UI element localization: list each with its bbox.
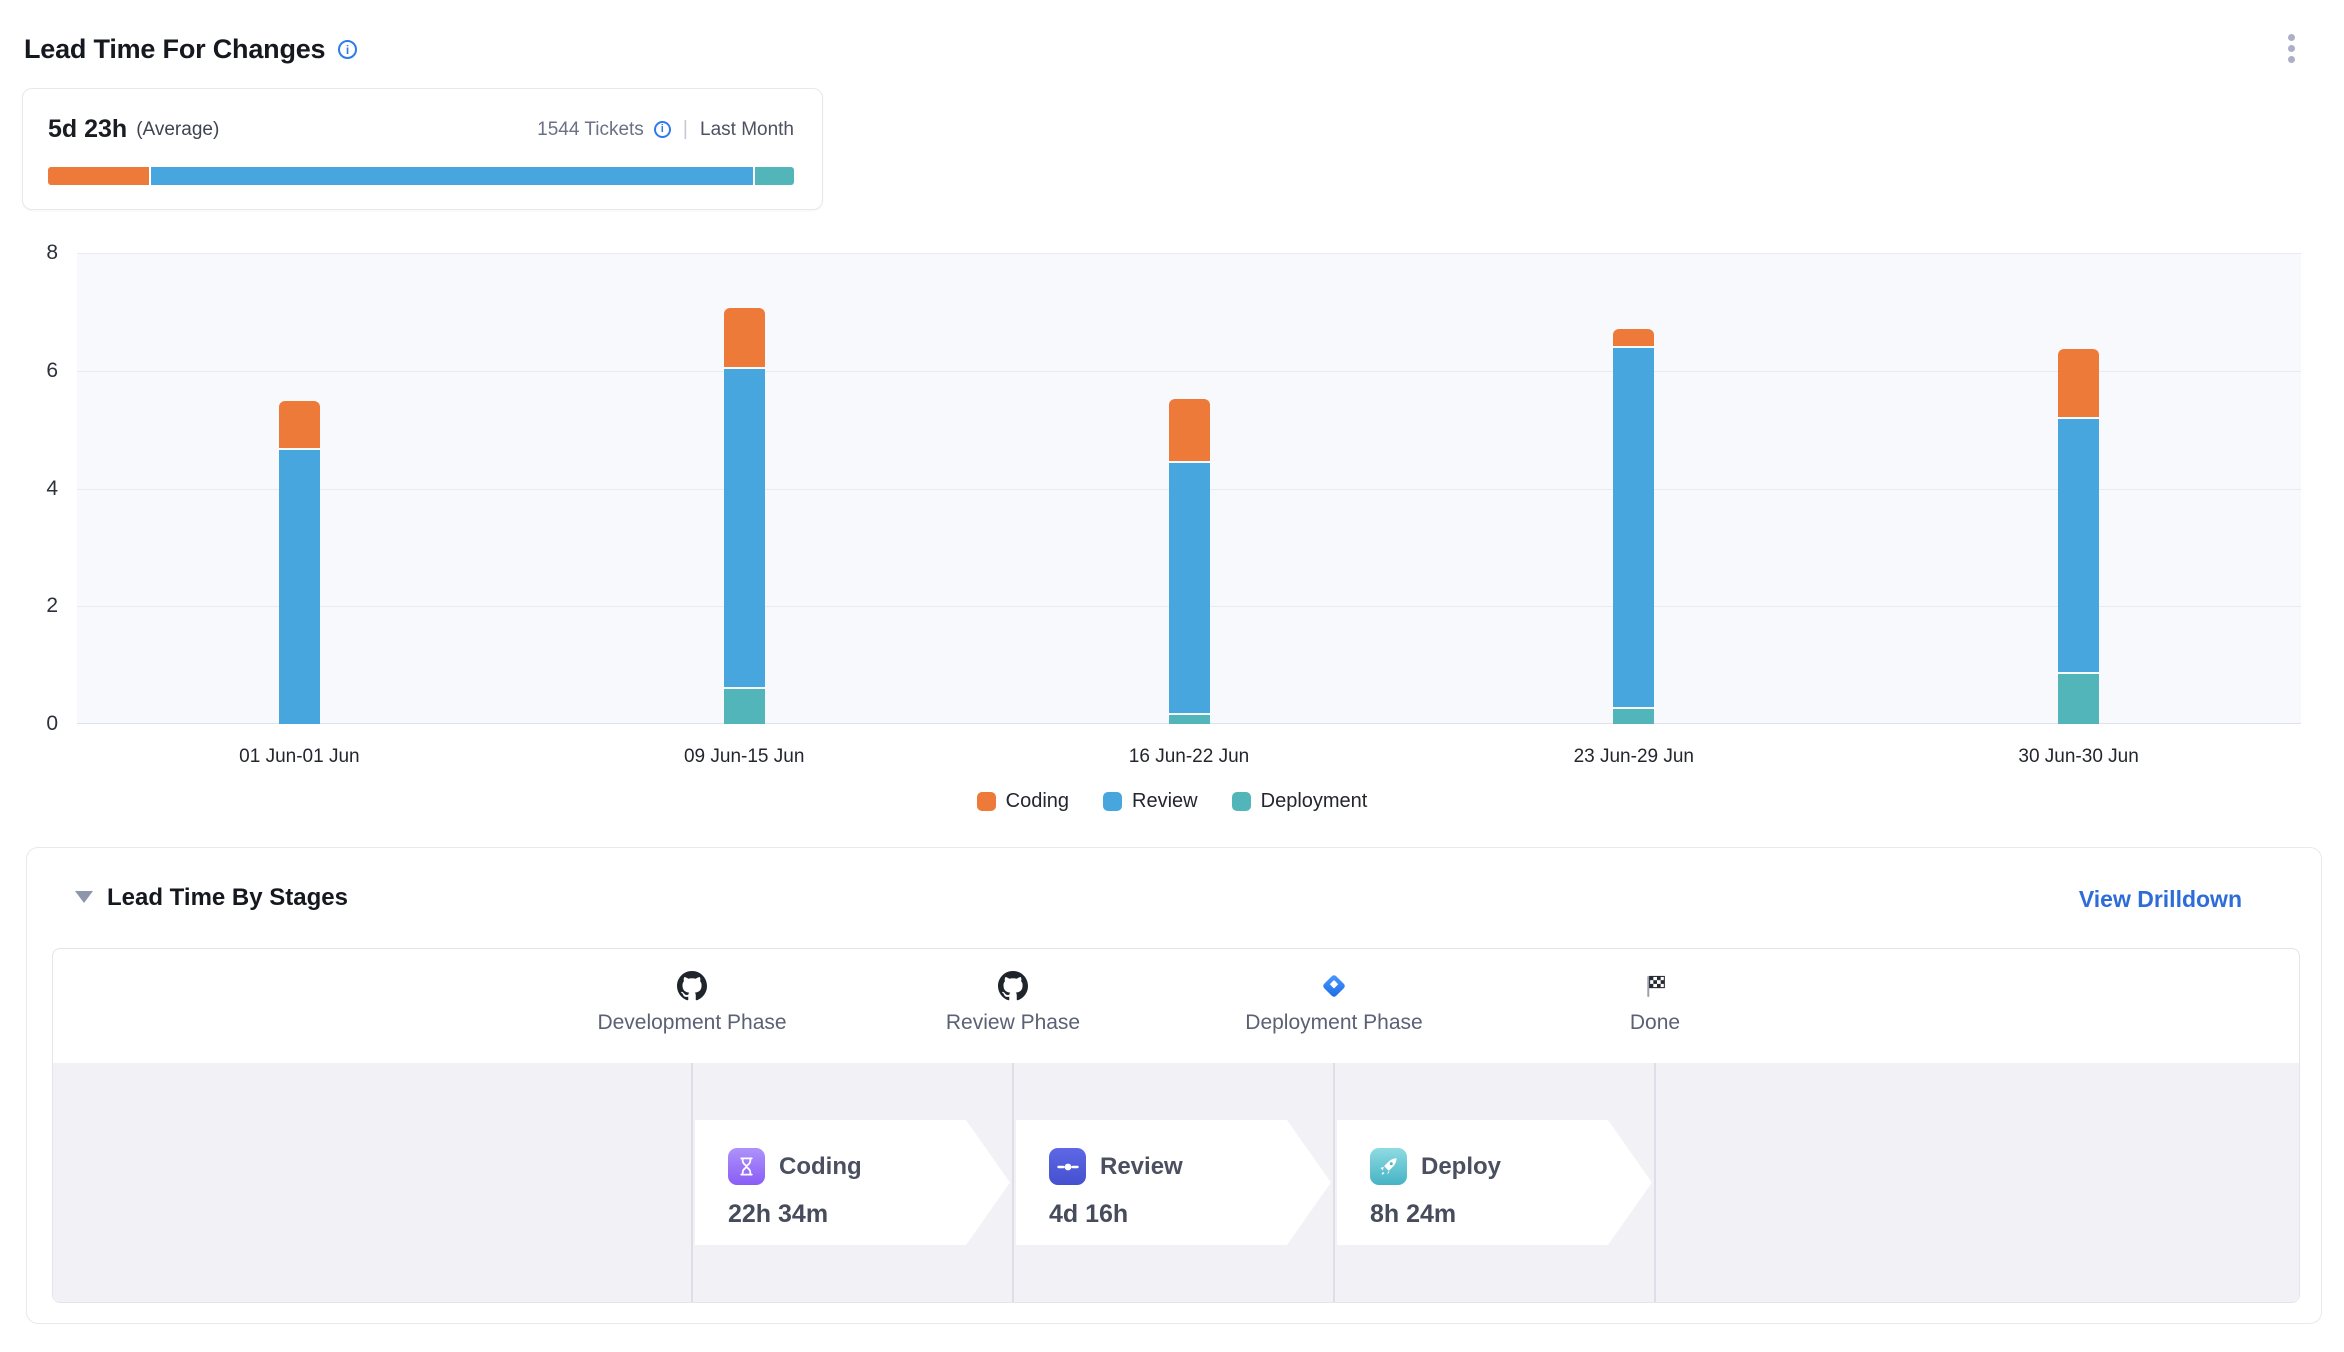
phase-label: Done	[1630, 1011, 1680, 1035]
bar-segment-review-01-jun-01-jun[interactable]	[279, 450, 320, 724]
github-icon	[998, 965, 1028, 1007]
bar-segment-deployment-23-jun-29-jun[interactable]	[1613, 709, 1654, 724]
summary-card: 5d 23h (Average) 1544 Tickets i | Last M…	[22, 88, 823, 210]
stage-duration: 4d 16h	[1049, 1200, 1128, 1229]
phase-divider	[1333, 1063, 1335, 1302]
y-axis-tick-2: 2	[0, 594, 58, 618]
page-title: Lead Time For Changes	[24, 34, 325, 65]
info-icon[interactable]: i	[338, 40, 357, 59]
x-axis-label-30-jun-30-jun: 30 Jun-30 Jun	[1959, 746, 2199, 768]
bar-segment-review-30-jun-30-jun[interactable]	[2058, 419, 2099, 672]
bar-segment-coding-01-jun-01-jun[interactable]	[279, 401, 320, 448]
phase-label: Deployment Phase	[1245, 1011, 1422, 1035]
legend-label: Coding	[1006, 790, 1069, 813]
bar-segment-coding-30-jun-30-jun[interactable]	[2058, 349, 2099, 417]
legend-swatch-deployment	[1232, 792, 1251, 811]
phase-label: Development Phase	[597, 1011, 786, 1035]
bar-segment-deployment-16-jun-22-jun[interactable]	[1169, 715, 1210, 724]
bar-group-23-jun-29-jun[interactable]	[1613, 329, 1654, 725]
phase-column-development-phase: Development Phase	[542, 965, 842, 1035]
bar-segment-coding-09-jun-15-jun[interactable]	[724, 308, 765, 367]
distribution-segment-coding	[48, 167, 149, 185]
gridline-8	[77, 253, 2301, 254]
legend-item-review[interactable]: Review	[1103, 790, 1198, 813]
legend-label: Review	[1132, 790, 1198, 813]
tickets-count: 1544 Tickets	[537, 119, 644, 141]
separator: |	[683, 118, 688, 141]
bar-group-01-jun-01-jun[interactable]	[279, 401, 320, 724]
period-label: Last Month	[700, 119, 794, 141]
y-axis-tick-8: 8	[0, 241, 58, 265]
rocket-icon	[1370, 1148, 1407, 1185]
bar-group-16-jun-22-jun[interactable]	[1169, 399, 1210, 724]
stage-chip-review[interactable]: Review 4d 16h	[1016, 1120, 1331, 1245]
stages-section-title: Lead Time By Stages	[107, 884, 348, 912]
phase-column-done: Done	[1505, 965, 1805, 1035]
bar-segment-review-23-jun-29-jun[interactable]	[1613, 348, 1654, 707]
phase-label: Review Phase	[946, 1011, 1080, 1035]
widget-header: Lead Time For Changes i	[0, 0, 2344, 80]
stage-name: Coding	[779, 1153, 862, 1181]
distribution-segment-deployment	[755, 167, 794, 185]
stage-name: Deploy	[1421, 1153, 1501, 1181]
kebab-menu-icon[interactable]	[2286, 32, 2297, 65]
collapse-icon[interactable]	[75, 891, 93, 903]
stage-name: Review	[1100, 1153, 1183, 1181]
x-axis-label-09-jun-15-jun: 09 Jun-15 Jun	[624, 746, 864, 768]
hourglass-icon	[728, 1148, 765, 1185]
bar-segment-review-16-jun-22-jun[interactable]	[1169, 463, 1210, 713]
x-axis-label-16-jun-22-jun: 16 Jun-22 Jun	[1069, 746, 1309, 768]
github-icon	[677, 965, 707, 1007]
average-label: (Average)	[136, 119, 219, 141]
chart-legend: Coding Review Deployment	[0, 790, 2344, 813]
stage-chip-coding[interactable]: Coding 22h 34m	[695, 1120, 1010, 1245]
distribution-segment-review	[151, 167, 754, 185]
bar-segment-coding-23-jun-29-jun[interactable]	[1613, 329, 1654, 347]
chart-plot-area	[77, 253, 2301, 724]
x-axis-label-23-jun-29-jun: 23 Jun-29 Jun	[1514, 746, 1754, 768]
stages-panel: Development Phase Review Phase Deployment …	[52, 948, 2300, 1303]
bar-segment-review-09-jun-15-jun[interactable]	[724, 369, 765, 687]
stage-chip-deploy[interactable]: Deploy 8h 24m	[1337, 1120, 1652, 1245]
y-axis-tick-0: 0	[0, 712, 58, 736]
legend-item-deployment[interactable]: Deployment	[1232, 790, 1368, 813]
phase-column-review-phase: Review Phase	[863, 965, 1163, 1035]
bar-segment-deployment-30-jun-30-jun[interactable]	[2058, 674, 2099, 724]
lead-time-chart: 0246801 Jun-01 Jun09 Jun-15 Jun16 Jun-22…	[0, 253, 2344, 853]
phase-divider	[1654, 1063, 1656, 1302]
legend-swatch-review	[1103, 792, 1122, 811]
x-axis-label-01-jun-01-jun: 01 Jun-01 Jun	[179, 746, 419, 768]
lead-time-for-changes-widget: Lead Time For Changes i 5d 23h (Average)…	[0, 0, 2344, 1352]
bar-group-09-jun-15-jun[interactable]	[724, 308, 765, 724]
bar-segment-coding-16-jun-22-jun[interactable]	[1169, 399, 1210, 461]
lead-time-distribution-bar	[48, 167, 794, 185]
legend-swatch-coding	[977, 792, 996, 811]
checkered-flag-icon	[1641, 965, 1669, 1007]
y-axis-tick-4: 4	[0, 477, 58, 501]
average-lead-time-value: 5d 23h	[48, 115, 127, 144]
legend-label: Deployment	[1261, 790, 1368, 813]
bar-segment-deployment-09-jun-15-jun[interactable]	[724, 689, 765, 724]
gridline-6	[77, 371, 2301, 372]
phase-divider	[691, 1063, 693, 1302]
commit-icon	[1049, 1148, 1086, 1185]
jira-diamond-icon	[1319, 965, 1349, 1007]
phase-column-deployment-phase: Deployment Phase	[1184, 965, 1484, 1035]
view-drilldown-link[interactable]: View Drilldown	[2079, 886, 2242, 913]
y-axis-tick-6: 6	[0, 359, 58, 383]
stage-duration: 22h 34m	[728, 1200, 828, 1229]
phase-divider	[1012, 1063, 1014, 1302]
bar-group-30-jun-30-jun[interactable]	[2058, 349, 2099, 724]
legend-item-coding[interactable]: Coding	[977, 790, 1069, 813]
stage-duration: 8h 24m	[1370, 1200, 1456, 1229]
tickets-info-icon[interactable]: i	[654, 121, 671, 138]
